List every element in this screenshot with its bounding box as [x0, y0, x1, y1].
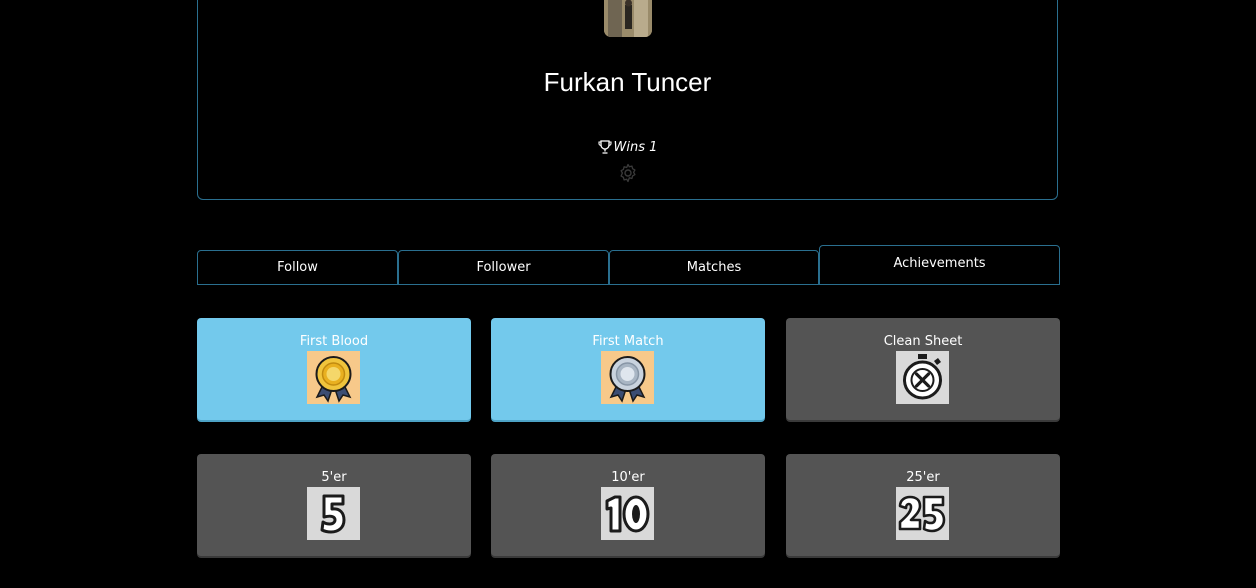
achievement-title: Clean Sheet: [883, 334, 963, 349]
achievement-card-5er: 5'er: [197, 454, 471, 556]
silver-medal-icon: [601, 351, 654, 404]
achievement-title: 10'er: [611, 470, 645, 485]
gold-medal-icon: [307, 351, 360, 404]
number-25-icon: [896, 487, 949, 540]
wins-stat: Wins 1: [198, 140, 1057, 155]
tab-follower[interactable]: Follower: [398, 250, 609, 285]
avatar[interactable]: [604, 0, 652, 37]
achievement-title: First Match: [592, 334, 664, 349]
stopwatch-x-icon: [896, 351, 949, 404]
achievement-card-first-blood: First Blood: [197, 318, 471, 420]
achievement-card-25er: 25'er: [786, 454, 1060, 556]
trophy-icon: [597, 140, 612, 154]
achievement-card-first-match: First Match: [491, 318, 765, 420]
tab-matches[interactable]: Matches: [609, 250, 819, 285]
tab-follow[interactable]: Follow: [197, 250, 398, 285]
tab-achievements[interactable]: Achievements: [819, 245, 1060, 285]
achievement-card-10er: 10'er: [491, 454, 765, 556]
number-10-icon: [601, 487, 654, 540]
wins-label: Wins 1: [613, 140, 658, 155]
gear-icon[interactable]: [618, 163, 638, 183]
profile-name: Furkan Tuncer: [543, 67, 712, 97]
achievement-card-clean-sheet: Clean Sheet: [786, 318, 1060, 420]
profile-tabs: Follow Follower Matches Achievements: [197, 245, 1060, 285]
achievement-title: First Blood: [299, 334, 369, 349]
number-5-icon: [307, 487, 360, 540]
achievement-title: 5'er: [321, 470, 347, 485]
profile-card: Furkan Tuncer Wins 1: [197, 0, 1058, 200]
achievement-title: 25'er: [906, 470, 940, 485]
